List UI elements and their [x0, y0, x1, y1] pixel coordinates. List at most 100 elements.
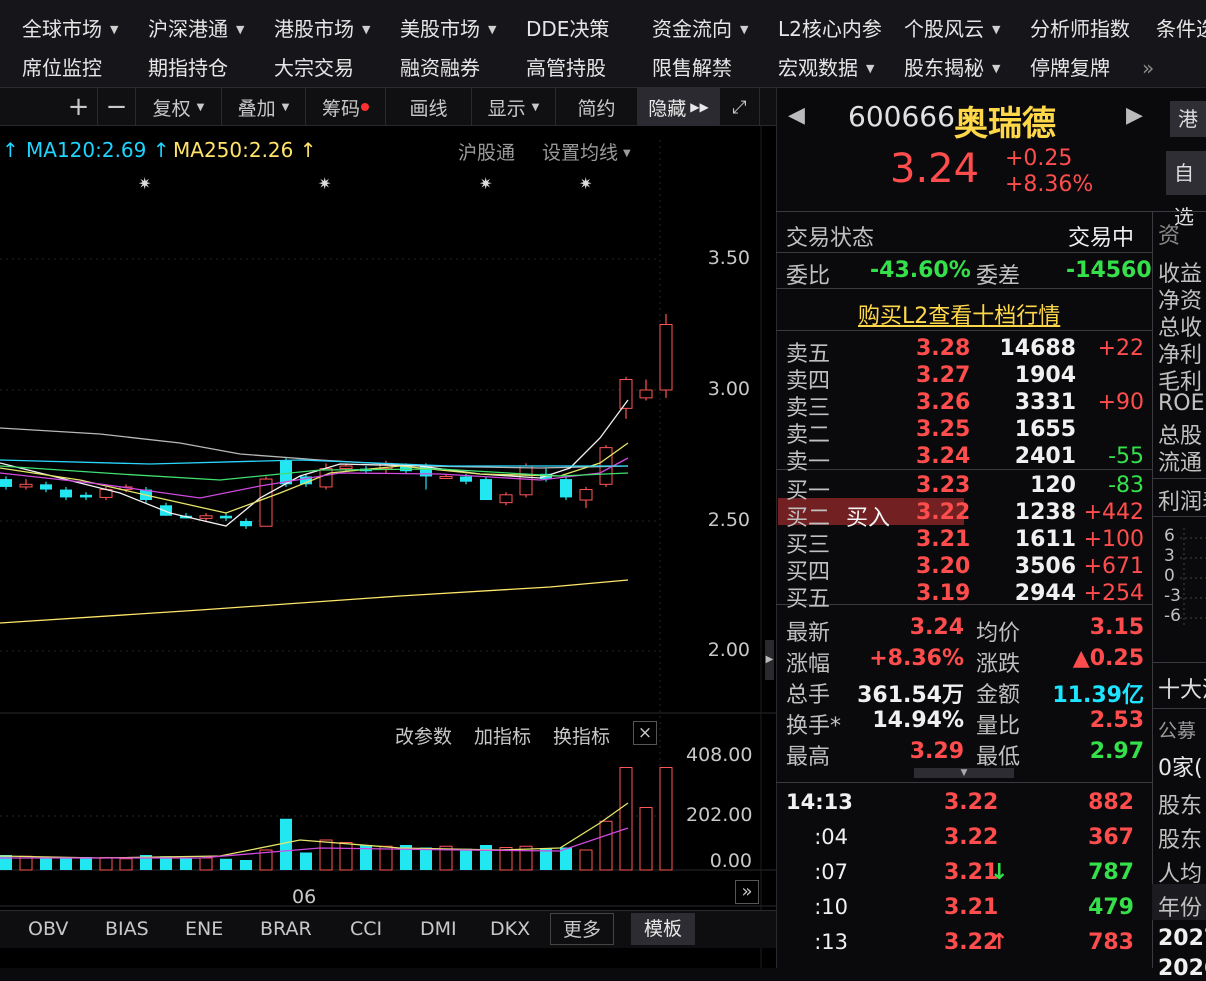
buy-button[interactable]: 买入 [846, 500, 890, 532]
close-icon[interactable]: × [633, 721, 657, 745]
template-button[interactable]: 模板 [631, 913, 695, 945]
tab-brar[interactable]: BRAR [260, 913, 312, 945]
hide-button[interactable]: 隐藏 ▶▶ [638, 88, 720, 126]
nav-hk-market[interactable]: 港股市场 ▼ [274, 10, 370, 49]
down-arrow-icon: ↓ [990, 860, 1009, 885]
candle-body [659, 324, 673, 391]
vol-ma-line [0, 802, 629, 859]
tick-volume: 787 [1088, 860, 1134, 885]
stat-value: 11.39亿 [1052, 683, 1144, 708]
hk-button[interactable]: 港 [1170, 101, 1206, 137]
candle-body [579, 489, 593, 501]
nav-exec-holding[interactable]: 高管持股 [526, 49, 606, 87]
volume-bar [339, 842, 353, 871]
event-marker-icon: ✷ [138, 174, 151, 193]
axis-price-label: 3.00 [707, 378, 750, 400]
fullscreen-icon[interactable]: ⤢ [720, 88, 760, 126]
nav-shareholder[interactable]: 股东揭秘 ▼ [904, 49, 1000, 87]
tick-price: 3.22 [944, 790, 999, 815]
nav-futures-position[interactable]: 期指持仓 [148, 49, 228, 87]
nav-fund-flow[interactable]: 资金流向 ▼ [652, 10, 748, 49]
tab-dkx[interactable]: DKX [490, 913, 530, 945]
top-nav-row1: 全球市场 ▼ 沪深港通 ▼ 港股市场 ▼ 美股市场 ▼ DDE决策 资金流向 ▼ L2核心… [0, 10, 1206, 49]
bid-volume: 2944 [1014, 581, 1076, 606]
tick-time: :13 [814, 930, 848, 954]
nav-hsgt[interactable]: 沪深港通 ▼ [148, 10, 244, 49]
zoom-out-button[interactable]: − [98, 88, 136, 126]
zoom-in-button[interactable]: + [60, 88, 98, 126]
kline-chart-area[interactable]: ✷ ✷ ✷ ✷ [0, 88, 776, 968]
ask-volume: 14688 [999, 336, 1076, 361]
display-dropdown[interactable]: 显示 ▼ [472, 88, 556, 126]
nav-l2-core[interactable]: L2核心内参 [778, 10, 882, 49]
nav-global-market[interactable]: 全球市场 ▼ [22, 10, 118, 49]
tab-cci[interactable]: CCI [350, 913, 382, 945]
hugutong-link[interactable]: 沪股通 [458, 138, 515, 165]
bid-label: 买五 [786, 587, 831, 612]
nav-macro[interactable]: 宏观数据 ▼ [778, 49, 874, 87]
stat-value: 14.94% [872, 708, 964, 733]
nav-us-market[interactable]: 美股市场 ▼ [400, 10, 496, 49]
gongmu-label: 公募 [1158, 720, 1197, 742]
tab-ene[interactable]: ENE [185, 913, 223, 945]
stat-value: 3.29 [909, 739, 964, 764]
nav-seat-monitor[interactable]: 席位监控 [22, 49, 102, 87]
ma60-line [0, 459, 628, 467]
candle-body [0, 479, 12, 487]
draw-line-button[interactable]: 画线 [386, 88, 472, 126]
nav-dde[interactable]: DDE决策 [526, 10, 609, 49]
nav-lockup[interactable]: 限售解禁 [652, 49, 732, 87]
add-watchlist-button[interactable]: 自选 [1166, 151, 1206, 229]
nav-stock-news[interactable]: 个股风云 ▼ [904, 10, 1000, 49]
nav-analyst-index[interactable]: 分析师指数 [1030, 10, 1130, 49]
overlay-dropdown[interactable]: 叠加 ▼ [222, 88, 306, 126]
event-marker-icon: ✷ [579, 174, 592, 193]
ma-settings-link[interactable]: 设置均线 ▼ [542, 138, 631, 165]
tick-price: 3.22 [944, 825, 999, 850]
bid-price: 3.21 [916, 527, 971, 552]
more-indicators-button[interactable]: 更多 [550, 913, 614, 945]
nav-margin[interactable]: 融资融券 [400, 49, 480, 87]
ask-volume: 2401 [1014, 444, 1076, 469]
switch-indicator-link[interactable]: 换指标 [553, 722, 610, 749]
axis-volume-label: 0.00 [709, 850, 752, 872]
add-indicator-link[interactable]: 加指标 [474, 722, 531, 749]
weicha-value: -14560 [1066, 258, 1152, 283]
side-tab[interactable]: 资 [1158, 218, 1180, 250]
volume-bar [319, 839, 333, 871]
status-value: 交易中 [1068, 226, 1135, 251]
tab-dmi[interactable]: DMI [420, 913, 457, 945]
prev-stock-icon[interactable]: ◀ [788, 103, 805, 128]
ask-price: 3.24 [916, 444, 971, 469]
nav-suspension[interactable]: 停牌复牌 [1030, 49, 1110, 87]
nav-more-icon[interactable]: » [1142, 49, 1154, 87]
collapse-handle-icon[interactable]: ▶ [765, 640, 774, 680]
expand-icon[interactable]: » [735, 880, 759, 904]
year-2027: 2027 [1158, 926, 1206, 951]
ma-arrow-icon: ↑ [2, 138, 19, 162]
simple-button[interactable]: 简约 [556, 88, 638, 126]
financial-item-label: 流通 [1158, 451, 1203, 476]
tab-bias[interactable]: BIAS [105, 913, 149, 945]
stat-value: 2.97 [1089, 739, 1144, 764]
stat-value: 3.15 [1089, 615, 1144, 640]
chip-button[interactable]: 筹码 [306, 88, 386, 126]
ma120-label: MA120:2.69 ↑ [26, 138, 170, 162]
fuquan-dropdown[interactable]: 复权 ▼ [136, 88, 222, 126]
candle-body [439, 475, 453, 479]
tick-price: 3.21 [944, 895, 999, 920]
next-stock-icon[interactable]: ▶ [1126, 103, 1143, 128]
nav-condition-select[interactable]: 条件选 [1156, 10, 1206, 49]
tab-obv[interactable]: OBV [28, 913, 68, 945]
stat-label: 总手 [786, 683, 831, 708]
change-params-link[interactable]: 改参数 [395, 722, 452, 749]
volume-bar [579, 849, 593, 871]
bid-price: 3.22 [916, 500, 971, 525]
profit-table-label: 利润表 [1158, 490, 1206, 515]
ask-price: 3.27 [916, 363, 971, 388]
nav-block-trade[interactable]: 大宗交易 [274, 49, 354, 87]
volume-bar [480, 845, 492, 870]
stat-label: 均价 [976, 621, 1021, 646]
buy-l2-link[interactable]: 购买L2查看十档行情 [858, 298, 1060, 330]
top-strip [0, 0, 1206, 10]
